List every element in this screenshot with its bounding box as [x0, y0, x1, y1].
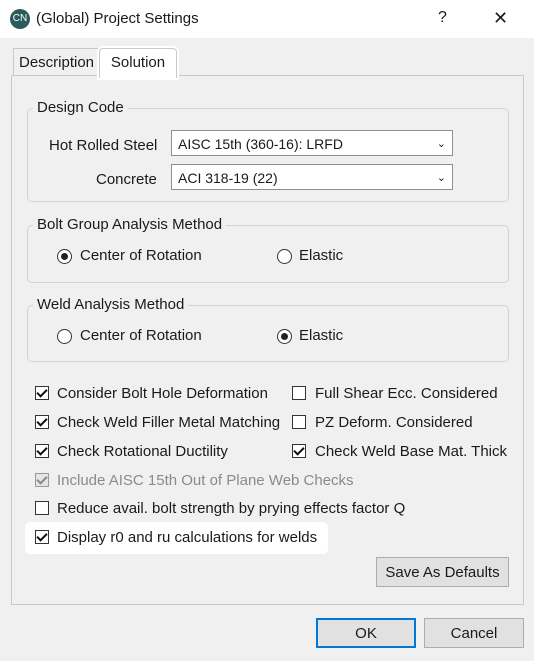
hot-rolled-label: Hot Rolled Steel — [49, 137, 158, 154]
weld-elastic-radio[interactable] — [277, 329, 292, 344]
hot-rolled-select[interactable]: AISC 15th (360-16): LRFD ⌄ — [171, 130, 453, 156]
bolt-elastic-label: Elastic — [299, 247, 344, 264]
pz-deform-checkbox[interactable] — [292, 415, 306, 429]
tab-solution[interactable]: Solution — [99, 48, 177, 78]
app-icon: CN — [10, 9, 30, 29]
design-code-title: Design Code — [33, 99, 128, 116]
weld-cor-label: Center of Rotation — [80, 327, 202, 344]
cancel-button[interactable]: Cancel — [424, 618, 524, 648]
chevron-down-icon: ⌄ — [436, 138, 446, 150]
weld-elastic-label: Elastic — [299, 327, 344, 344]
rotational-ductility-label: Check Rotational Ductility — [57, 443, 228, 460]
tab-description[interactable]: Description — [13, 48, 100, 77]
title-bar: CN (Global) Project Settings ? ✕ — [0, 0, 534, 38]
pz-deform-label: PZ Deform. Considered — [315, 414, 473, 431]
save-as-defaults-button[interactable]: Save As Defaults — [376, 557, 509, 587]
weld-base-mat-label: Check Weld Base Mat. Thick — [315, 443, 508, 460]
weld-filler-matching-label: Check Weld Filler Metal Matching — [57, 414, 281, 431]
bolt-elastic-radio[interactable] — [277, 249, 292, 264]
full-shear-ecc-label: Full Shear Ecc. Considered — [315, 385, 498, 402]
bolt-cor-label: Center of Rotation — [80, 247, 202, 264]
bolt-hole-deformation-label: Consider Bolt Hole Deformation — [57, 385, 268, 402]
display-r0-ru-label: Display r0 and ru calculations for welds — [57, 529, 318, 546]
rotational-ductility-checkbox[interactable] — [35, 444, 49, 458]
ok-button[interactable]: OK — [316, 618, 416, 648]
weld-group-title: Weld Analysis Method — [33, 296, 189, 313]
display-r0-ru-checkbox[interactable] — [35, 530, 49, 544]
weld-cor-radio[interactable] — [57, 329, 72, 344]
aisc-web-checks-label: Include AISC 15th Out of Plane Web Check… — [57, 472, 354, 489]
prying-effects-label: Reduce avail. bolt strength by prying ef… — [57, 500, 406, 517]
weld-filler-matching-checkbox[interactable] — [35, 415, 49, 429]
hot-rolled-value: AISC 15th (360-16): LRFD — [178, 136, 343, 152]
concrete-value: ACI 318-19 (22) — [178, 170, 278, 186]
full-shear-ecc-checkbox[interactable] — [292, 386, 306, 400]
bolt-hole-deformation-checkbox[interactable] — [35, 386, 49, 400]
aisc-web-checks-checkbox — [35, 473, 49, 487]
concrete-select[interactable]: ACI 318-19 (22) ⌄ — [171, 164, 453, 190]
close-icon[interactable]: ✕ — [493, 8, 508, 29]
concrete-label: Concrete — [96, 171, 157, 188]
prying-effects-checkbox[interactable] — [35, 501, 49, 515]
window-title: (Global) Project Settings — [36, 10, 199, 27]
chevron-down-icon: ⌄ — [436, 172, 446, 184]
bolt-group-title: Bolt Group Analysis Method — [33, 216, 227, 233]
help-button[interactable]: ? — [438, 9, 447, 27]
weld-base-mat-checkbox[interactable] — [292, 444, 306, 458]
bolt-cor-radio[interactable] — [57, 249, 72, 264]
